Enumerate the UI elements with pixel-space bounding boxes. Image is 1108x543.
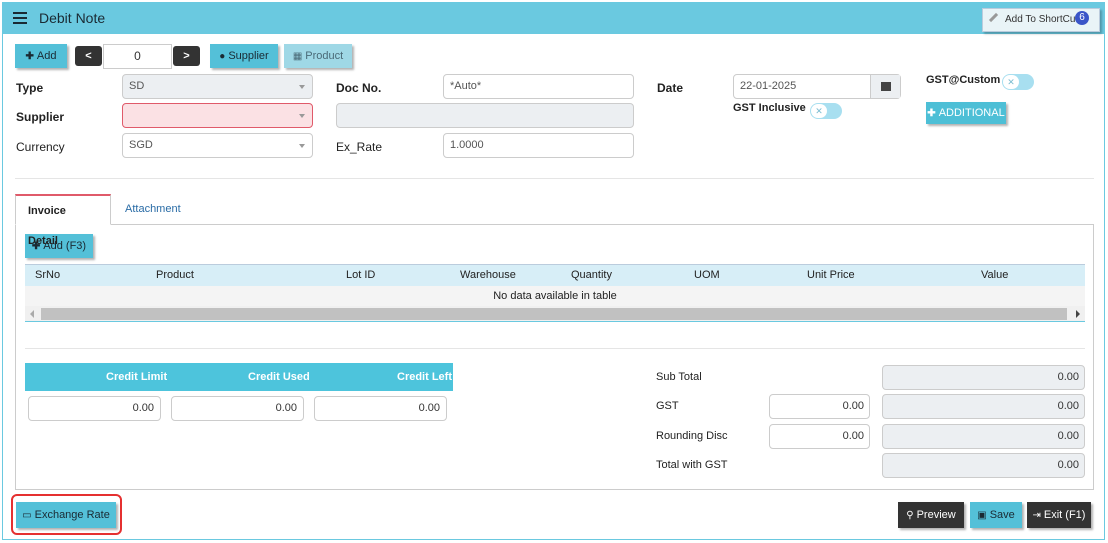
horizontal-scrollbar[interactable] (25, 306, 1085, 322)
chevron-left-icon: < (85, 50, 92, 62)
gst-total-field: 0.00 (882, 394, 1085, 419)
save-label: Save (989, 509, 1015, 521)
additional-button[interactable]: ✚ ADDITIONAL (926, 102, 1006, 124)
type-label: Type (16, 81, 44, 95)
calendar-button[interactable] (870, 75, 900, 98)
calendar-icon (881, 82, 891, 91)
rounding-input[interactable]: 0.00 (769, 424, 870, 449)
next-record-button[interactable]: > (173, 46, 200, 66)
column-header-lot-id[interactable]: Lot ID (346, 269, 375, 281)
close-icon: ✕ (1003, 75, 1019, 89)
close-icon: ✕ (811, 104, 827, 118)
total-gst-label: Total with GST (656, 459, 728, 471)
gst-custom-toggle[interactable]: ✕ (1002, 74, 1034, 90)
column-header-srno[interactable]: SrNo (35, 269, 60, 281)
add-button[interactable]: ✚ Add (15, 44, 67, 68)
tab-attachment[interactable]: Attachment (113, 194, 193, 225)
gst-inclusive-toggle[interactable]: ✕ (810, 103, 842, 119)
preview-label: Preview (916, 509, 956, 521)
additional-label: ADDITIONAL (938, 107, 1005, 119)
credit-used-field: 0.00 (171, 396, 304, 421)
exrate-input[interactable]: 1.0000 (443, 133, 634, 158)
chevron-right-icon: > (183, 50, 190, 62)
grid-empty-message: No data available in table (25, 286, 1085, 306)
column-header-value[interactable]: Value (981, 269, 1008, 281)
subtotal-field: 0.00 (882, 365, 1085, 390)
sign-out-icon: ⇥ (1032, 510, 1041, 521)
column-header-warehouse[interactable]: Warehouse (460, 269, 516, 281)
product-button[interactable]: ▦ Product (284, 44, 352, 68)
gst-custom-label: GST@Custom (926, 74, 1001, 86)
supplier-name-field (336, 103, 634, 128)
chevron-down-icon (299, 85, 305, 89)
scroll-left-icon[interactable] (30, 310, 34, 318)
supplier-label: Supplier (228, 50, 269, 62)
type-select[interactable]: SD (122, 74, 313, 99)
exrate-label: Ex_Rate (336, 140, 383, 154)
exchange-rate-label: Exchange Rate (34, 509, 110, 521)
save-button[interactable]: ▣ Save (970, 502, 1022, 528)
credit-left-header: Credit Left (397, 371, 452, 383)
rounding-label: Rounding Disc (656, 430, 728, 442)
title-bar: Debit Note Add To ShortCut 6 (2, 2, 1105, 34)
page-title: Debit Note (39, 10, 106, 26)
supplier-field-label: Supplier (16, 110, 65, 124)
money-icon: ▭ (22, 510, 32, 521)
scrollbar-thumb[interactable] (41, 308, 1067, 320)
credit-left-field: 0.00 (314, 396, 447, 421)
currency-select[interactable]: SGD (122, 133, 313, 158)
docno-label: Doc No. (336, 81, 382, 95)
currency-value: SGD (129, 139, 153, 151)
shortcut-count-badge: 6 (1075, 11, 1089, 25)
shortcut-label: Add To ShortCut (1005, 14, 1079, 25)
gst-input[interactable]: 0.00 (769, 394, 870, 419)
docno-input[interactable]: *Auto* (443, 74, 634, 99)
record-index-input[interactable]: 0 (103, 44, 172, 69)
preview-button[interactable]: ⚲ Preview (898, 502, 964, 528)
column-header-unit-price[interactable]: Unit Price (807, 269, 855, 281)
date-label: Date (657, 81, 684, 95)
total-gst-field: 0.00 (882, 453, 1085, 478)
plus-icon: ✚ (25, 51, 34, 62)
previous-record-button[interactable]: < (75, 46, 102, 66)
invoice-grid: SrNo Product Lot ID Warehouse Quantity U… (25, 264, 1085, 322)
column-header-quantity[interactable]: Quantity (571, 269, 612, 281)
chevron-down-icon (299, 144, 305, 148)
floppy-icon: ▣ (977, 510, 987, 521)
credit-header: Credit Limit Credit Used Credit Left (25, 363, 453, 391)
gift-icon: ▦ (292, 51, 303, 62)
gst-inclusive-label: GST Inclusive (733, 102, 806, 114)
type-value: SD (129, 80, 145, 92)
summary-divider (25, 348, 1085, 349)
subtotal-label: Sub Total (656, 371, 702, 383)
plus-icon: ✚ (927, 108, 936, 119)
exchange-rate-button[interactable]: ▭ Exchange Rate (16, 502, 116, 528)
grid-header: SrNo Product Lot ID Warehouse Quantity U… (25, 264, 1085, 286)
credit-used-header: Credit Used (248, 371, 310, 383)
pencil-icon (988, 12, 1004, 28)
gst-label: GST (656, 400, 679, 412)
product-label: Product (305, 50, 344, 62)
credit-limit-header: Credit Limit (106, 371, 168, 383)
rounding-total-field: 0.00 (882, 424, 1085, 449)
date-input[interactable]: 22-01-2025 (733, 74, 901, 99)
hamburger-menu-icon[interactable] (13, 12, 27, 24)
search-icon: ⚲ (906, 510, 914, 521)
add-to-shortcut-button[interactable]: Add To ShortCut 6 (982, 8, 1100, 32)
credit-limit-field: 0.00 (28, 396, 161, 421)
supplier-select[interactable] (122, 103, 313, 128)
exit-label: Exit (F1) (1043, 509, 1086, 521)
column-header-product[interactable]: Product (156, 269, 194, 281)
date-value: 22-01-2025 (740, 80, 797, 92)
user-icon: ● (219, 51, 226, 62)
section-divider (15, 178, 1094, 179)
column-header-uom[interactable]: UOM (694, 269, 720, 281)
scroll-right-icon[interactable] (1076, 310, 1080, 318)
currency-label: Currency (16, 140, 65, 154)
add-label: Add (36, 50, 57, 62)
chevron-down-icon (299, 114, 305, 118)
supplier-button[interactable]: ● Supplier (210, 44, 278, 68)
exit-button[interactable]: ⇥ Exit (F1) (1027, 502, 1091, 528)
tab-invoice-detail[interactable]: Invoice Detail (15, 194, 111, 247)
